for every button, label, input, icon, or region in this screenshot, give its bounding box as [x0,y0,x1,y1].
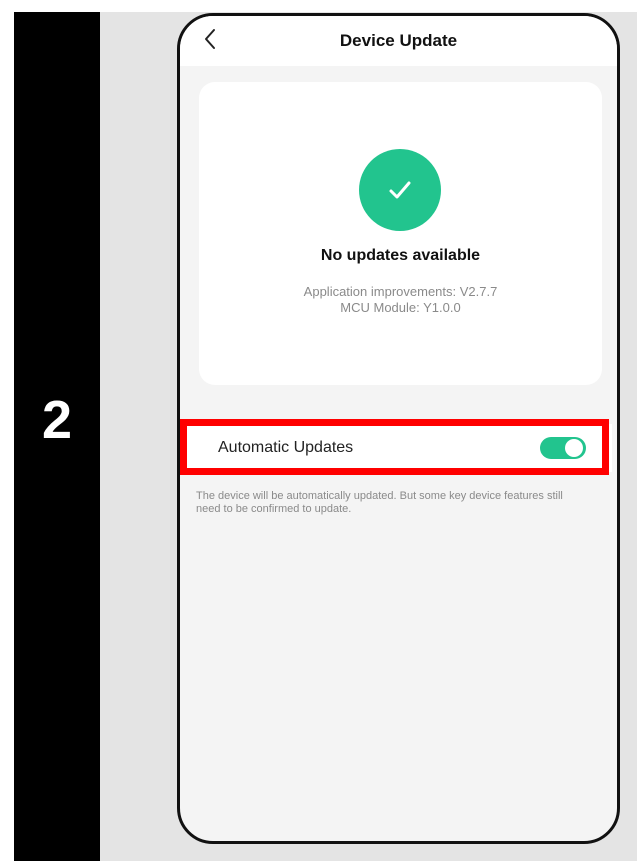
phone-frame: Device Update No updates available Appli… [177,13,620,844]
automatic-updates-description: The device will be automatically updated… [196,490,563,515]
app-header: Device Update [180,16,617,66]
automatic-updates-row[interactable]: Automatic Updates [184,424,612,472]
automatic-updates-toggle[interactable] [540,437,586,459]
step-number: 2 [41,390,73,450]
toggle-knob [565,439,583,457]
page-title: Device Update [339,31,458,50]
application-version: Application improvements: V2.7.7 [303,284,498,299]
mcu-module-version: MCU Module: Y1.0.0 [340,300,461,315]
tutorial-step-canvas: 2 Device Update No updates available App… [0,0,637,861]
update-status-card: No updates available Application improve… [199,82,602,385]
update-status-title: No updates available [320,247,481,264]
automatic-updates-label: Automatic Updates [218,439,354,456]
check-circle-icon [359,149,441,231]
